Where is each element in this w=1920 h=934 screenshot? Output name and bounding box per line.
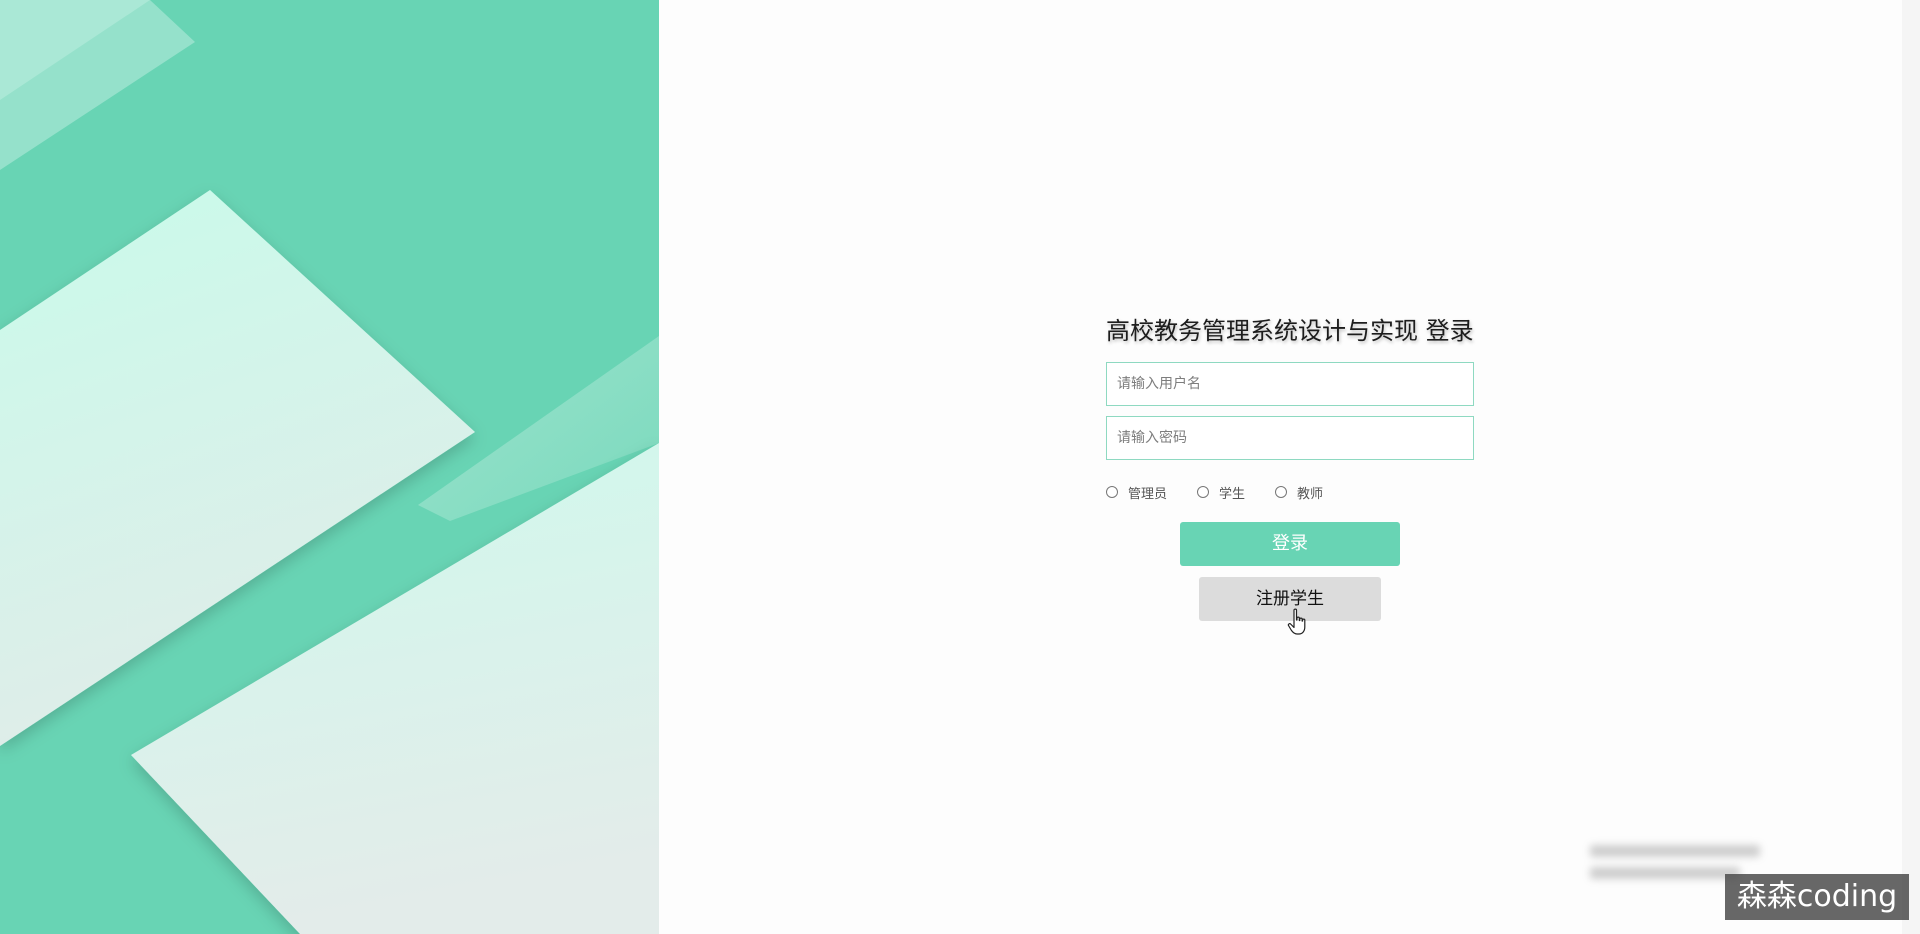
geometric-shapes-illustration bbox=[0, 0, 659, 934]
role-label-student: 学生 bbox=[1219, 486, 1246, 502]
role-label-admin: 管理员 bbox=[1128, 486, 1168, 502]
right-edge-strip bbox=[1902, 0, 1920, 934]
login-page: 高校教务管理系统设计与实现 登录 管理员 学生 教师 登录 注册学生 森森cod bbox=[0, 0, 1920, 934]
login-form: 高校教务管理系统设计与实现 登录 管理员 学生 教师 登录 注册学生 bbox=[1106, 310, 1474, 621]
login-title: 高校教务管理系统设计与实现 登录 bbox=[1106, 317, 1474, 345]
radio-teacher[interactable] bbox=[1275, 486, 1288, 498]
role-option-student[interactable]: 学生 bbox=[1197, 483, 1245, 502]
watermark: 森森coding bbox=[1725, 874, 1909, 920]
role-option-admin[interactable]: 管理员 bbox=[1106, 483, 1167, 502]
hand-pointer-icon bbox=[1287, 608, 1306, 635]
radio-student[interactable] bbox=[1197, 486, 1210, 498]
password-input[interactable] bbox=[1106, 416, 1474, 460]
username-input[interactable] bbox=[1106, 362, 1474, 406]
decorative-background-panel bbox=[0, 0, 659, 934]
radio-admin[interactable] bbox=[1106, 486, 1118, 498]
role-label-teacher: 教师 bbox=[1297, 486, 1324, 502]
role-option-teacher[interactable]: 教师 bbox=[1275, 483, 1323, 502]
login-button[interactable]: 登录 bbox=[1180, 522, 1400, 566]
role-selector: 管理员 学生 教师 bbox=[1106, 482, 1474, 502]
